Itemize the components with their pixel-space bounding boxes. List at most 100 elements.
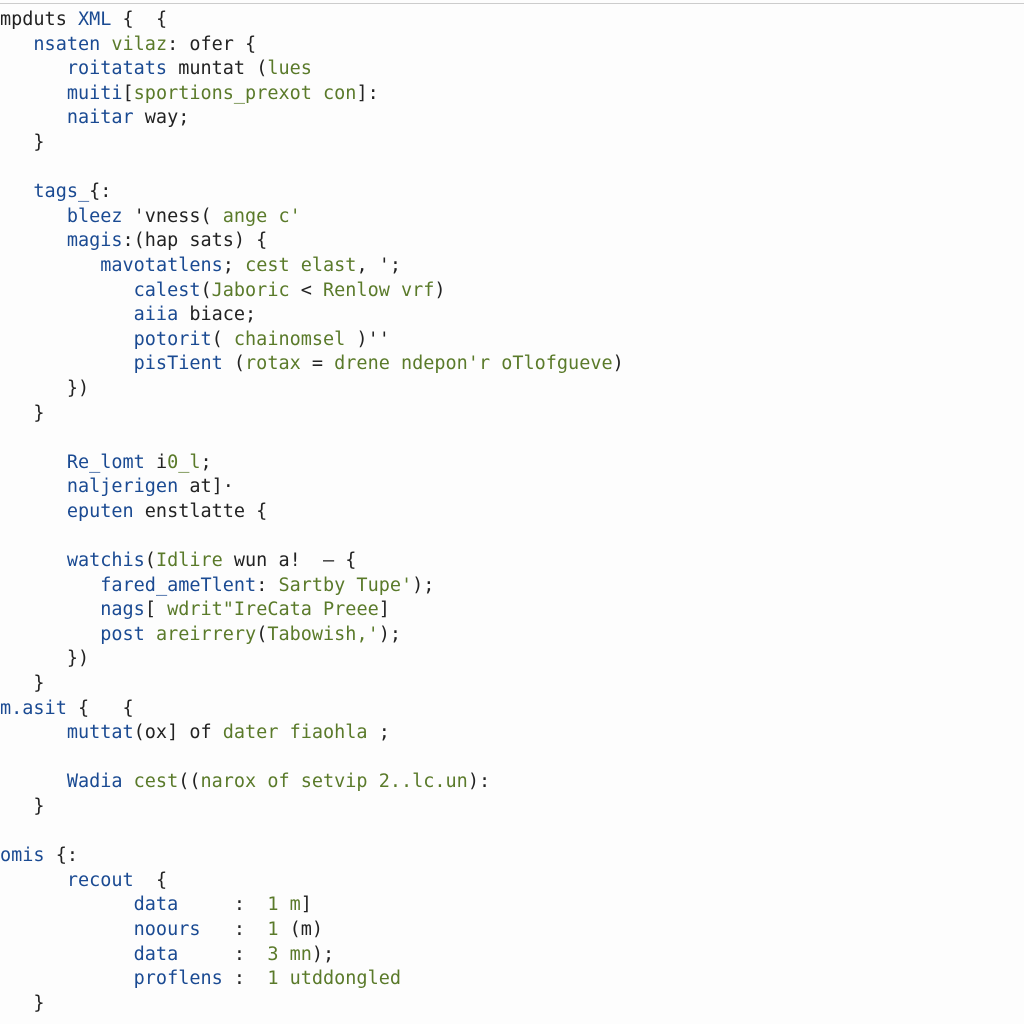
- token-fn: Renlow vrf: [323, 280, 434, 301]
- token-pl: :: [234, 894, 267, 915]
- code-line: eputen enstlatte {: [0, 501, 267, 522]
- code-line: }: [0, 796, 45, 817]
- token-fn: Sartby Tupe': [278, 575, 412, 596]
- token-fn: narox of setvip 2..lc.un: [201, 771, 468, 792]
- token-kw: potorit: [134, 329, 212, 350]
- code-line: mavotatlens; cest elast, ';: [0, 255, 401, 276]
- token-pl: ): [434, 280, 445, 301]
- token-fn: drene ndepon'r oTlofgueve: [334, 353, 612, 374]
- code-line: nags[ wdrit"IreCata Preee]: [0, 599, 390, 620]
- token-pl: ;: [223, 255, 245, 276]
- code-line: nsaten vilaz: ofer {: [0, 34, 256, 55]
- token-fn: dater fiaohla: [223, 722, 368, 743]
- token-pl: way;: [145, 107, 190, 128]
- token-fn: lues: [267, 58, 312, 79]
- code-line: tags_{:: [0, 181, 111, 202]
- token-pl: :: [256, 575, 278, 596]
- code-line: m.asit { {: [0, 698, 134, 719]
- code-line: muiti[sportions_prexot con]:: [0, 83, 379, 104]
- token-pl: at]·: [189, 476, 234, 497]
- token-fn: Idlire: [156, 550, 234, 571]
- token-kw: omis: [0, 845, 56, 866]
- token-kw: XML: [78, 9, 123, 30]
- token-pl: (m): [290, 919, 323, 940]
- token-kw: tags_: [33, 181, 89, 202]
- token-pl: );: [312, 944, 334, 965]
- code-line: bleez 'vness( ange c': [0, 206, 301, 227]
- token-pl: , ';: [356, 255, 401, 276]
- code-line: }: [0, 673, 45, 694]
- code-line: naitar way;: [0, 107, 189, 128]
- token-pl: =: [312, 353, 334, 374]
- code-line: magis:(hap sats) {: [0, 230, 267, 251]
- token-kw: fared_ameTlent: [100, 575, 256, 596]
- code-line: naljerigen at]·: [0, 476, 234, 497]
- token-fn: vilaz: [111, 34, 167, 55]
- code-line: }: [0, 993, 45, 1014]
- token-kw: nags: [100, 599, 145, 620]
- code-line: }): [0, 378, 89, 399]
- token-pl: { {: [78, 698, 134, 719]
- token-kw: calest: [134, 280, 201, 301]
- code-line: muttat(ox] of dater fiaohla ;: [0, 722, 390, 743]
- token-pl: );: [379, 624, 401, 645]
- token-kw: naljerigen: [67, 476, 190, 497]
- token-kw: nsaten: [33, 34, 111, 55]
- token-pl: ): [613, 353, 624, 374]
- token-pl: <: [301, 280, 323, 301]
- code-line: recout {: [0, 870, 167, 891]
- token-pl: :(hap sats) {: [123, 230, 268, 251]
- code-line: watchis(Idlire wun a! — {: [0, 550, 356, 571]
- token-pl: (: [256, 58, 267, 79]
- code-line: data : 1 m]: [0, 894, 312, 915]
- token-pl: }): [67, 378, 89, 399]
- token-fn: 0_l: [167, 452, 200, 473]
- token-fn: 1: [267, 919, 289, 940]
- token-pl: }): [67, 648, 89, 669]
- token-kw: muttat: [67, 722, 134, 743]
- code-line: proflens : 1 utddongled: [0, 968, 401, 989]
- code-line: mpduts XML { {: [0, 9, 167, 30]
- token-kw: naitar: [67, 107, 145, 128]
- token-pl: (ox] of: [134, 722, 223, 743]
- code-line: pisTient (rotax = drene ndepon'r oTlofgu…: [0, 353, 624, 374]
- token-pl: ((: [178, 771, 200, 792]
- token-pl: i: [156, 452, 167, 473]
- token-kw: recout: [67, 870, 156, 891]
- token-fn: 3 mn: [267, 944, 312, 965]
- code-line: omis {:: [0, 845, 78, 866]
- token-pl: ]:: [356, 83, 378, 104]
- token-fn: wdrit"IreCata Preee: [167, 599, 379, 620]
- token-kw: Re_lomt: [67, 452, 156, 473]
- token-kw: m.asit: [0, 698, 78, 719]
- token-fn: Jaboric: [212, 280, 301, 301]
- token-fn: 1 utddongled: [267, 968, 401, 989]
- code-line: aiia biace;: [0, 304, 256, 325]
- token-pl: }: [33, 132, 44, 153]
- token-pl: : ofer {: [167, 34, 256, 55]
- token-pl: :: [234, 944, 267, 965]
- token-kw: eputen: [67, 501, 145, 522]
- token-pl: [: [123, 83, 134, 104]
- token-pl: ;: [201, 452, 212, 473]
- token-kw: post: [100, 624, 156, 645]
- code-line: }: [0, 132, 45, 153]
- code-line: noours : 1 (m): [0, 919, 323, 940]
- token-kw: magis: [67, 230, 123, 251]
- token-kw: noours: [134, 919, 234, 940]
- token-pl: wun a! — {: [234, 550, 357, 571]
- token-pl: (: [200, 280, 211, 301]
- token-fn: sportions_prexot con: [134, 83, 357, 104]
- token-pl: {:: [89, 181, 111, 202]
- token-kw: watchis: [67, 550, 145, 571]
- token-kw: pisTient: [134, 353, 234, 374]
- token-pl: biace;: [189, 304, 256, 325]
- token-pl: [: [145, 599, 167, 620]
- code-editor[interactable]: mpduts XML { { nsaten vilaz: ofer { roit…: [0, 4, 1024, 1016]
- token-kw: roitatats: [67, 58, 178, 79]
- token-pl: muntat: [178, 58, 256, 79]
- token-fn: Tabowish,': [267, 624, 378, 645]
- token-kw: data: [134, 944, 234, 965]
- code-line: data : 3 mn);: [0, 944, 334, 965]
- token-fn: cest elast: [245, 255, 356, 276]
